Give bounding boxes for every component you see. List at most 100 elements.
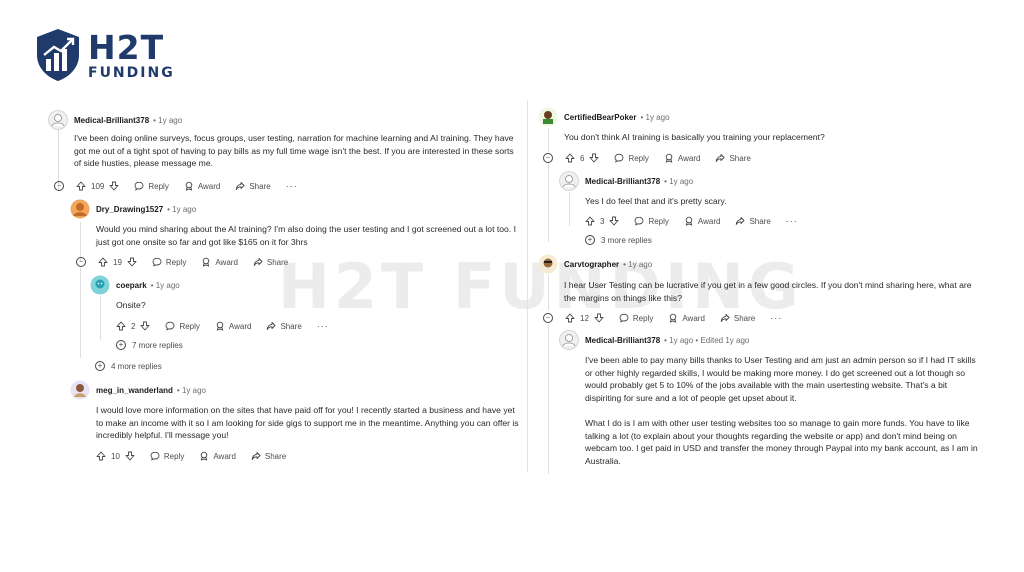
reply-button[interactable]: Reply xyxy=(152,257,186,267)
comment: meg_in_wanderland • 1y ago xyxy=(70,380,510,400)
award-button[interactable]: Award xyxy=(684,216,721,226)
avatar[interactable] xyxy=(90,275,110,295)
vote-count: 19 xyxy=(113,257,122,267)
avatar[interactable] xyxy=(538,107,558,127)
collapse-icon[interactable]: − xyxy=(543,313,553,323)
award-icon xyxy=(201,257,211,267)
award-button[interactable]: Award xyxy=(201,257,238,267)
comment: Medical-Brilliant378 • 1y ago xyxy=(559,171,979,191)
reply-button[interactable]: Reply xyxy=(165,321,200,331)
share-button[interactable]: Share xyxy=(235,181,271,191)
username[interactable]: Dry_Drawing1527 xyxy=(96,205,163,214)
more-options-icon[interactable]: ··· xyxy=(786,216,798,226)
upvote-icon[interactable] xyxy=(565,313,575,323)
reply-button[interactable]: Reply xyxy=(150,451,184,461)
comment-actions: 10 Reply Award Share xyxy=(96,449,301,463)
avatar[interactable] xyxy=(559,330,579,350)
share-button[interactable]: Share xyxy=(251,451,286,461)
share-button[interactable]: Share xyxy=(253,257,288,267)
downvote-icon[interactable] xyxy=(609,216,619,226)
reply-label: Reply xyxy=(648,216,669,226)
collapse-icon[interactable]: − xyxy=(543,153,553,163)
brand-title: H2T xyxy=(88,27,165,67)
more-options-icon[interactable]: ··· xyxy=(317,321,329,331)
reply-icon xyxy=(134,181,144,191)
avatar[interactable] xyxy=(538,254,558,274)
collapse-icon[interactable]: − xyxy=(76,257,86,267)
more-replies-label: 7 more replies xyxy=(132,340,183,350)
comment: Medical-Brilliant378 • 1y ago • Edited 1… xyxy=(559,330,979,350)
reply-button[interactable]: Reply xyxy=(634,216,669,226)
reply-button[interactable]: Reply xyxy=(619,313,653,323)
username[interactable]: Medical-Brilliant378 xyxy=(585,336,660,345)
downvote-icon[interactable] xyxy=(589,153,599,163)
more-options-icon[interactable]: ··· xyxy=(770,313,782,323)
avatar[interactable] xyxy=(70,380,90,400)
avatar[interactable] xyxy=(559,171,579,191)
upvote-icon[interactable] xyxy=(76,181,86,191)
upvote-icon[interactable] xyxy=(98,257,108,267)
comment-actions: 3 Reply Award Share ··· xyxy=(585,214,798,228)
shield-chart-icon xyxy=(37,29,79,81)
more-replies-link[interactable]: + 4 more replies xyxy=(95,361,162,371)
plus-icon: + xyxy=(95,361,105,371)
more-options-icon[interactable]: ··· xyxy=(286,181,298,191)
username[interactable]: CertifiedBearPoker xyxy=(564,113,636,122)
more-replies-link[interactable]: + 7 more replies xyxy=(116,340,183,350)
share-label: Share xyxy=(280,321,302,331)
username[interactable]: meg_in_wanderland xyxy=(96,386,173,395)
share-button[interactable]: Share xyxy=(735,216,771,226)
reply-button[interactable]: Reply xyxy=(614,153,649,163)
username[interactable]: Carvtographer xyxy=(564,260,619,269)
username[interactable]: coepark xyxy=(116,281,147,290)
upvote-icon[interactable] xyxy=(96,451,106,461)
award-label: Award xyxy=(697,216,721,226)
reply-label: Reply xyxy=(628,153,649,163)
reply-label: Reply xyxy=(165,257,187,267)
collapse-icon[interactable]: − xyxy=(54,181,64,191)
timestamp: • 1y ago xyxy=(153,115,183,125)
share-button[interactable]: Share xyxy=(715,153,751,163)
avatar[interactable] xyxy=(48,110,68,130)
award-icon xyxy=(668,313,678,323)
award-icon xyxy=(199,451,209,461)
share-button[interactable]: Share xyxy=(720,313,755,323)
share-label: Share xyxy=(729,153,751,163)
downvote-icon[interactable] xyxy=(127,257,137,267)
username[interactable]: Medical-Brilliant378 xyxy=(585,177,660,186)
award-button[interactable]: Award xyxy=(664,153,700,163)
reply-button[interactable]: Reply xyxy=(134,181,169,191)
upvote-icon[interactable] xyxy=(116,321,126,331)
award-button[interactable]: Award xyxy=(668,313,705,323)
downvote-icon[interactable] xyxy=(140,321,150,331)
vote-count: 3 xyxy=(600,216,605,226)
reply-label: Reply xyxy=(148,181,169,191)
share-icon xyxy=(266,321,276,331)
upvote-icon[interactable] xyxy=(585,216,595,226)
comment-actions: 2 Reply Award Share ··· xyxy=(116,319,329,333)
downvote-icon[interactable] xyxy=(594,313,604,323)
more-replies-link[interactable]: + 3 more replies xyxy=(585,235,652,245)
reply-icon xyxy=(165,321,175,331)
award-button[interactable]: Award xyxy=(184,181,220,191)
timestamp: • 1y ago xyxy=(623,259,653,269)
award-button[interactable]: Award xyxy=(215,321,251,331)
thread-line xyxy=(548,324,549,474)
vote-control: 12 xyxy=(565,313,604,323)
vote-count: 12 xyxy=(580,313,589,323)
downvote-icon[interactable] xyxy=(109,181,119,191)
share-label: Share xyxy=(749,216,771,226)
upvote-icon[interactable] xyxy=(565,153,575,163)
downvote-icon[interactable] xyxy=(125,451,135,461)
username[interactable]: Medical-Brilliant378 xyxy=(74,116,149,125)
more-replies-label: 3 more replies xyxy=(601,235,652,245)
award-button[interactable]: Award xyxy=(199,451,236,461)
comment-body: Onsite? xyxy=(116,300,146,310)
vote-count: 10 xyxy=(111,451,120,461)
vote-count: 6 xyxy=(580,153,585,163)
avatar[interactable] xyxy=(70,199,90,219)
share-icon xyxy=(251,451,261,461)
share-button[interactable]: Share xyxy=(266,321,302,331)
award-label: Award xyxy=(215,257,238,267)
share-icon xyxy=(253,257,263,267)
